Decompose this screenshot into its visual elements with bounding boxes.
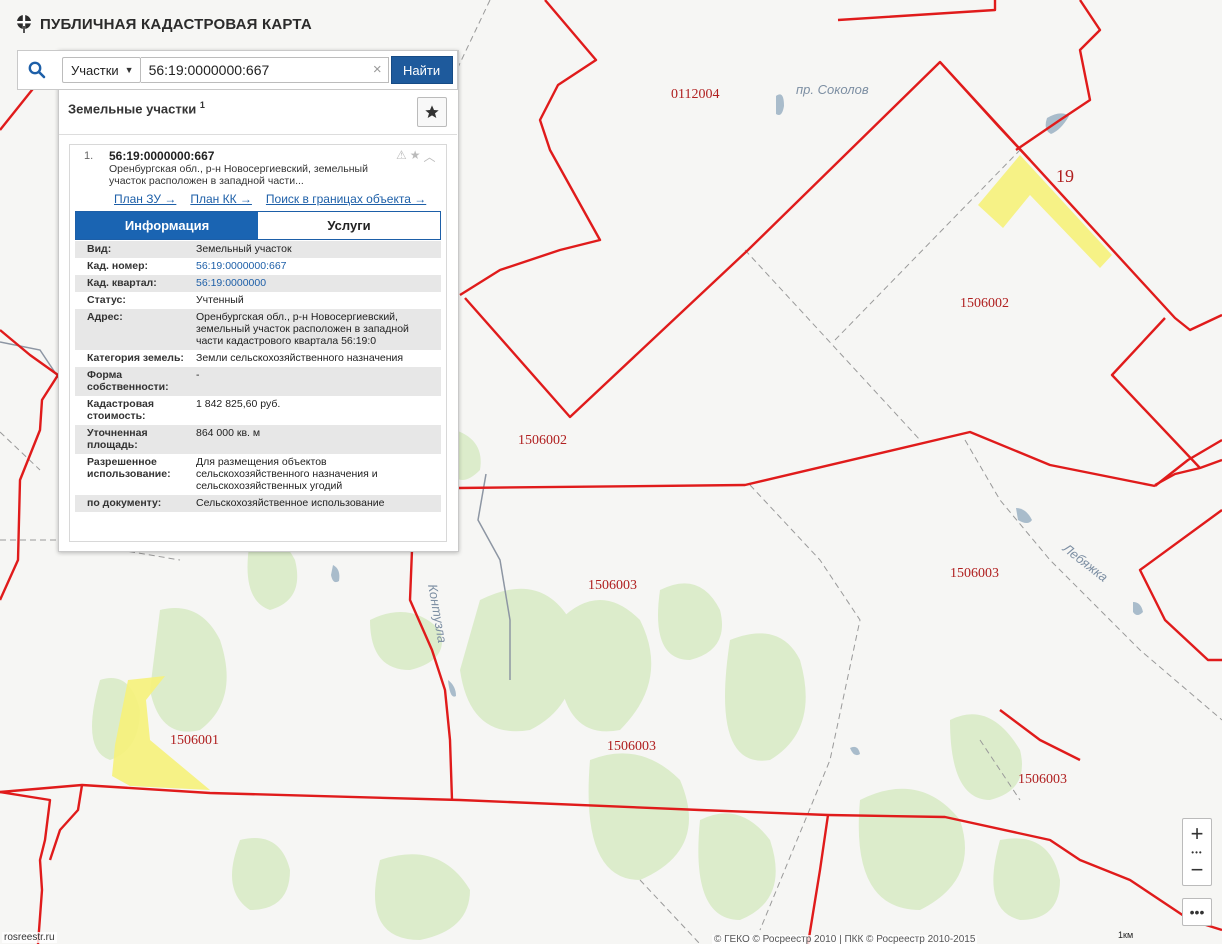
result-actions: ⚠ ★ ︿ bbox=[396, 148, 436, 165]
quarter-label: 1506002 bbox=[960, 296, 1009, 311]
result-tabs: Информация Услуги bbox=[75, 211, 441, 240]
quarter-label: 1506001 bbox=[170, 733, 219, 748]
field-label: Категория земель: bbox=[87, 352, 184, 364]
field-value: Оренбургская обл., р-н Новосергиевский, … bbox=[196, 311, 409, 347]
result-index: 1. bbox=[84, 150, 94, 162]
search-type-select[interactable]: Участки ▼ bbox=[62, 57, 141, 83]
field-value: Учтенный bbox=[196, 294, 244, 306]
field-label: Форма собственности: bbox=[87, 369, 169, 393]
table-row: Статус: Учтенный bbox=[75, 292, 441, 309]
cad-number-link[interactable]: 56:19:0000000:667 bbox=[195, 260, 436, 272]
quarter-label: 1506003 bbox=[1018, 772, 1067, 787]
search-in-bounds-link[interactable]: Поиск в границах объекта → bbox=[266, 192, 426, 206]
table-row: по документу: Сельскохозяйственное исполь… bbox=[75, 495, 441, 512]
table-row: Кадастровая стоимость: 1 842 825,60 руб. bbox=[75, 396, 441, 425]
table-row: Категория земель: Земли сельскохозяйствен… bbox=[75, 350, 441, 367]
plan-kk-link[interactable]: План КК → bbox=[190, 192, 252, 206]
search-input[interactable]: 56:19:0000000:667 × bbox=[140, 57, 389, 83]
info-table: Вид: Земельный участок Кад. номер: 56:19:0… bbox=[75, 241, 441, 512]
quarter-label: 1506003 bbox=[607, 739, 656, 754]
star-icon[interactable]: ★ bbox=[410, 148, 421, 165]
field-value: - bbox=[196, 369, 200, 381]
stream-label: пр. Соколов bbox=[796, 82, 869, 97]
find-button[interactable]: Найти bbox=[390, 56, 453, 84]
site-link[interactable]: rosreestr.ru bbox=[2, 932, 57, 943]
quarter-label: 1506003 bbox=[588, 578, 637, 593]
app-title: ПУБЛИЧНАЯ КАДАСТРОВАЯ КАРТА bbox=[40, 15, 312, 33]
results-heading-label: Земельные участки bbox=[68, 101, 197, 117]
table-row: Разрешенное использование: Для размещения… bbox=[75, 454, 441, 495]
field-value: Земельный участок bbox=[196, 243, 292, 255]
divider bbox=[59, 134, 457, 135]
quarter-label: 1506003 bbox=[950, 566, 999, 581]
field-value: Сельскохозяйственное использование bbox=[196, 497, 385, 509]
table-row: Вид: Земельный участок bbox=[75, 241, 441, 258]
field-label: по документу: bbox=[87, 497, 162, 509]
field-label: Адрес: bbox=[87, 311, 123, 323]
field-value: 1 842 825,60 руб. bbox=[196, 398, 281, 410]
search-query: 56:19:0000000:667 bbox=[148, 62, 270, 78]
rosreestr-logo-icon bbox=[17, 15, 31, 33]
cad-quarter-link[interactable]: 56:19:0000000 bbox=[195, 277, 436, 289]
plan-zu-link[interactable]: План ЗУ → bbox=[114, 192, 176, 206]
field-value: Земли сельскохозяйственного назначения bbox=[196, 352, 404, 364]
more-button[interactable]: ••• bbox=[1182, 898, 1212, 926]
tab-services[interactable]: Услуги bbox=[258, 212, 440, 239]
zoom-control: + ••• − bbox=[1182, 818, 1212, 886]
field-label: Уточненная площадь: bbox=[87, 427, 148, 451]
results-heading: Земельные участки 1 bbox=[68, 100, 205, 116]
field-label: Кадастровая стоимость: bbox=[87, 398, 154, 422]
quarter-label: 0112004 bbox=[671, 87, 719, 102]
zoom-out-button[interactable]: − bbox=[1183, 855, 1211, 885]
results-count: 1 bbox=[199, 100, 205, 110]
search-bar: Участки ▼ 56:19:0000000:667 × Найти bbox=[17, 50, 458, 90]
app-header: ПУБЛИЧНАЯ КАДАСТРОВАЯ КАРТА bbox=[16, 14, 312, 34]
table-row: Кад. квартал: 56:19:0000000 bbox=[75, 275, 441, 292]
table-row: Адрес: Оренбургская обл., р-н Новосергиев… bbox=[75, 309, 441, 350]
parcel-number-label: 19 bbox=[1056, 166, 1074, 186]
clear-icon[interactable]: × bbox=[373, 61, 382, 78]
field-value: 864 000 кв. м bbox=[196, 427, 261, 439]
field-label: Кад. квартал: bbox=[87, 277, 157, 289]
zoom-in-button[interactable]: + bbox=[1183, 819, 1211, 849]
copyright-text: © ГЕКО © Росреестр 2010 | ПКК © Росреест… bbox=[712, 935, 978, 944]
chevron-up-icon[interactable]: ︿ bbox=[424, 148, 436, 165]
search-type-label: Участки bbox=[71, 62, 119, 78]
result-links: План ЗУ → План КК → Поиск в границах объ… bbox=[114, 192, 426, 206]
quarter-label: 1506002 bbox=[518, 433, 567, 448]
field-label: Статус: bbox=[87, 294, 126, 306]
table-row: Уточненная площадь: 864 000 кв. м bbox=[75, 425, 441, 454]
chevron-down-icon: ▼ bbox=[124, 65, 134, 75]
field-value: Для размещения объектов сельскохозяйстве… bbox=[196, 456, 378, 492]
result-cad-number[interactable]: 56:19:0000000:667 bbox=[109, 149, 214, 163]
table-row: Кад. номер: 56:19:0000000:667 bbox=[75, 258, 441, 275]
field-label: Кад. номер: bbox=[87, 260, 149, 272]
favorites-button[interactable] bbox=[417, 97, 447, 127]
result-description: Оренбургская обл., р-н Новосергиевский, … bbox=[109, 163, 368, 187]
field-label: Вид: bbox=[87, 243, 112, 255]
tab-info[interactable]: Информация bbox=[76, 212, 258, 239]
scale-bar: 1км bbox=[1118, 930, 1134, 940]
warning-icon[interactable]: ⚠ bbox=[396, 148, 407, 165]
field-label: Разрешенное использование: bbox=[87, 456, 171, 480]
search-icon[interactable] bbox=[18, 51, 56, 89]
star-icon bbox=[425, 105, 439, 118]
table-row: Форма собственности: - bbox=[75, 367, 441, 396]
